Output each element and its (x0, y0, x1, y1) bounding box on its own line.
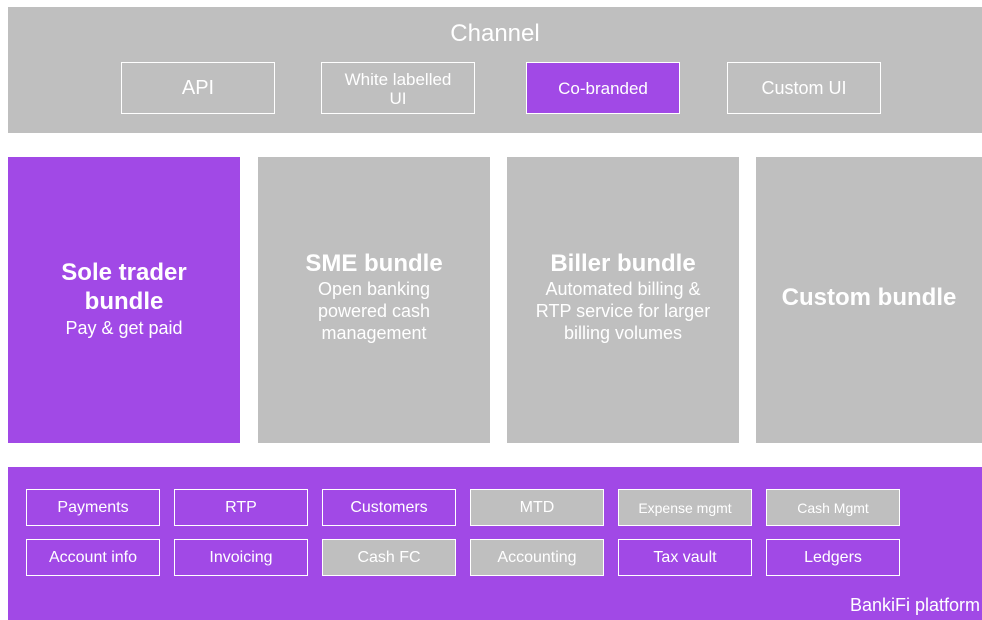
bundle-title: SME bundle (305, 250, 443, 277)
module-cash-fc[interactable]: Cash FC (322, 539, 456, 576)
module-invoicing[interactable]: Invoicing (174, 539, 308, 576)
channel-option-label: API (181, 76, 215, 99)
channel-option-api[interactable]: API (121, 62, 275, 114)
bundle-description-line3: management (321, 323, 427, 343)
channel-option-label-line2: UI (389, 89, 407, 108)
bundle-sme[interactable]: SME bundle Open banking powered cash man… (258, 157, 490, 443)
channel-panel: Channel API White labelled UI Co-branded… (8, 7, 982, 133)
bundle-sole-trader[interactable]: Sole trader bundle Pay & get paid (8, 157, 240, 443)
bundle-title: Biller bundle (550, 250, 696, 277)
channel-option-label: Co-branded (558, 78, 648, 98)
bundle-description-line3: billing volumes (563, 323, 683, 343)
channel-option-label: Custom UI (761, 77, 847, 98)
module-account-info[interactable]: Account info (26, 539, 160, 576)
module-mtd[interactable]: MTD (470, 489, 604, 526)
module-rtp[interactable]: RTP (174, 489, 308, 526)
module-ledgers[interactable]: Ledgers (766, 539, 900, 576)
bundle-description-line1: Automated billing & (545, 279, 701, 299)
bundle-description-line2: powered cash (317, 301, 431, 321)
module-tax-vault[interactable]: Tax vault (618, 539, 752, 576)
module-customers[interactable]: Customers (322, 489, 456, 526)
platform-label: BankiFi platform (849, 595, 980, 615)
bundle-custom[interactable]: Custom bundle (756, 157, 982, 443)
bundle-description-line2: RTP service for larger (535, 301, 711, 321)
module-cash-mgmt[interactable]: Cash Mgmt (766, 489, 900, 526)
module-payments[interactable]: Payments (26, 489, 160, 526)
bundle-title-line1: Sole trader (61, 259, 187, 286)
channel-option-custom-ui[interactable]: Custom UI (727, 62, 881, 114)
bundle-description-line1: Open banking (317, 279, 431, 299)
channel-option-label-line1: White labelled (344, 70, 452, 89)
channel-option-white-labelled-ui[interactable]: White labelled UI (321, 62, 475, 114)
bankifi-platform-panel: Payments RTP Customers MTD Expense mgmt … (8, 467, 982, 620)
bundle-title-line2: bundle (84, 288, 164, 315)
channel-option-co-branded[interactable]: Co-branded (526, 62, 680, 114)
bundle-description: Pay & get paid (65, 318, 183, 338)
bundle-title: Custom bundle (781, 283, 957, 311)
module-expense-mgmt[interactable]: Expense mgmt (618, 489, 752, 526)
bundle-biller[interactable]: Biller bundle Automated billing & RTP se… (507, 157, 739, 443)
module-accounting[interactable]: Accounting (470, 539, 604, 576)
channel-title: Channel (450, 20, 540, 47)
